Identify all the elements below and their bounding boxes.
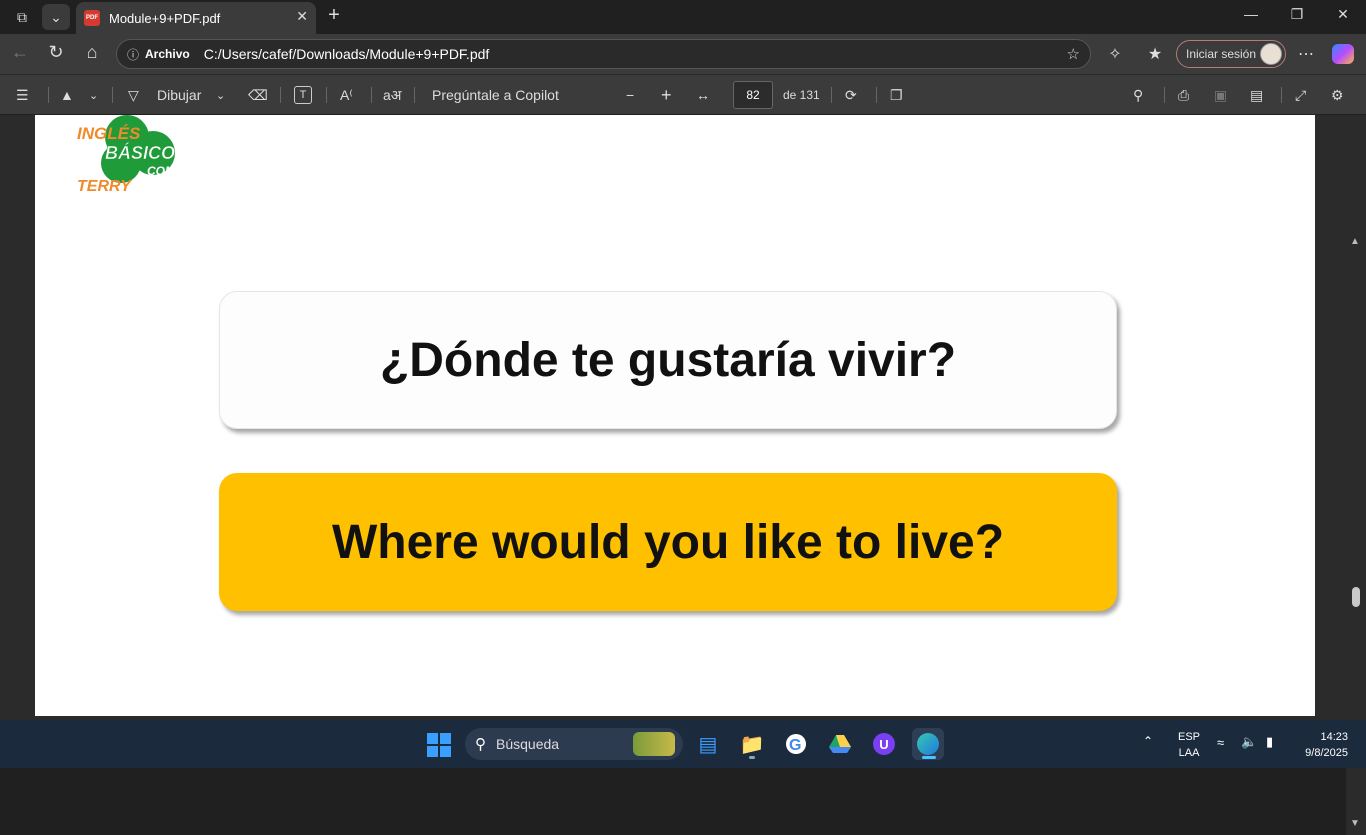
ingles-basico-con-terry-logo: INGLÉS BÁSICO CON TERRY	[77, 115, 175, 195]
minimize-icon[interactable]: —	[1228, 6, 1274, 22]
search-placeholder: Búsqueda	[496, 736, 560, 752]
logo-line1: INGLÉS	[77, 124, 141, 143]
keyboard-layout: LAA	[1178, 747, 1200, 759]
avatar	[1260, 43, 1282, 65]
clock-time: 14:23	[1320, 731, 1348, 743]
extensions-icon[interactable]: ✧	[1103, 44, 1127, 64]
url-text[interactable]: C:/Users/cafef/Downloads/Module+9+PDF.pd…	[204, 46, 490, 62]
pdf-toolbar: ☰ ▲ ⌄ ▽ Dibujar ⌄ ⌫ T A⁽ aअ Pregúntale a…	[0, 74, 1366, 114]
wifi-icon[interactable]: ≈	[1217, 735, 1224, 750]
info-icon[interactable]: ⓘ	[127, 46, 139, 63]
search-icon: ⚲	[475, 736, 486, 753]
logo-line3: CON	[147, 164, 174, 178]
copilot-icon[interactable]	[1332, 44, 1354, 64]
tab-title: Module+9+PDF.pdf	[109, 10, 221, 26]
tab-module-pdf[interactable]: PDF Module+9+PDF.pdf ✕	[76, 2, 316, 34]
spanish-question-card: ¿Dónde te gustaría vivir?	[219, 291, 1117, 429]
pdf-file-icon: PDF	[84, 10, 100, 26]
pdf-page: INGLÉS BÁSICO CON TERRY ¿Dónde te gustar…	[35, 115, 1315, 716]
input-language-indicator[interactable]: ESP LAA	[1178, 729, 1200, 761]
page-total: de 131	[783, 88, 820, 102]
clock-date: 9/8/2025	[1305, 747, 1348, 759]
more-menu-icon[interactable]: ⋯	[1294, 44, 1318, 64]
refresh-icon[interactable]: ↻	[42, 42, 70, 63]
home-icon[interactable]: ⌂	[78, 42, 106, 63]
notepad-app-icon[interactable]: ▤	[692, 728, 724, 760]
show-hidden-icons-chevron-icon[interactable]: ⌃	[1143, 734, 1153, 748]
close-window-icon[interactable]: ✕	[1320, 6, 1366, 23]
fullscreen-icon[interactable]: ⤢	[1295, 86, 1306, 104]
save-icon[interactable]: ▣	[1214, 86, 1227, 104]
highlight-dropdown-chevron-icon[interactable]: ⌄	[89, 86, 98, 104]
restore-icon[interactable]: ❐	[1274, 6, 1320, 23]
eraser-icon[interactable]: ⌫	[248, 86, 268, 104]
language-code: ESP	[1178, 731, 1201, 743]
favorite-star-icon[interactable]: ☆	[1067, 45, 1080, 63]
ask-copilot-button[interactable]: Pregúntale a Copilot	[432, 86, 559, 104]
site-label: Archivo	[145, 47, 190, 61]
scroll-thumb[interactable]	[1352, 587, 1360, 607]
google-chrome-app-icon[interactable]: G	[780, 728, 812, 760]
purple-app-icon[interactable]: U	[868, 728, 900, 760]
new-tab-plus-icon[interactable]: +	[322, 4, 346, 27]
page-number-input[interactable]: 82	[733, 81, 773, 109]
scroll-down-arrow-icon[interactable]: ▼	[1350, 818, 1360, 829]
close-tab-icon[interactable]: ✕	[296, 8, 308, 25]
search-highlight-image	[633, 732, 675, 756]
draw-button[interactable]: Dibujar	[157, 86, 201, 104]
favorites-icon[interactable]: ★	[1143, 44, 1167, 64]
google-drive-app-icon[interactable]	[824, 728, 856, 760]
file-explorer-app-icon[interactable]: 📁	[736, 728, 768, 760]
svg-text:G: G	[789, 737, 801, 754]
draw-dropdown-chevron-icon[interactable]: ⌄	[216, 86, 225, 104]
volume-icon[interactable]: 🔈	[1241, 734, 1257, 750]
pdf-viewer: INGLÉS BÁSICO CON TERRY ¿Dónde te gustar…	[0, 115, 1366, 835]
print-icon[interactable]: ⎙	[1178, 86, 1189, 104]
address-bar[interactable]: ⓘ Archivo C:/Users/cafef/Downloads/Modul…	[116, 39, 1091, 69]
english-question-card: Where would you like to live?	[219, 473, 1117, 611]
signin-button[interactable]: Iniciar sesión	[1176, 40, 1286, 68]
edge-browser-app-icon[interactable]	[912, 728, 944, 760]
workspaces-icon[interactable]: ⧉	[8, 4, 36, 30]
tab-actions-chevron-icon[interactable]: ⌄	[42, 4, 70, 30]
read-aloud-icon[interactable]: A⁽	[340, 86, 353, 104]
system-clock[interactable]: 14:23 9/8/2025	[1292, 729, 1348, 761]
zoom-out-icon[interactable]: −	[626, 86, 634, 104]
scroll-up-arrow-icon[interactable]: ▲	[1350, 236, 1360, 247]
spanish-question-text: ¿Dónde te gustaría vivir?	[379, 333, 957, 387]
windows-start-icon[interactable]	[427, 733, 451, 757]
contents-list-icon[interactable]: ☰	[16, 86, 29, 104]
add-text-icon[interactable]: T	[294, 86, 312, 104]
find-search-icon[interactable]: ⚲	[1133, 86, 1143, 104]
english-question-text: Where would you like to live?	[331, 515, 1005, 569]
back-arrow-icon[interactable]: ←	[6, 42, 34, 63]
save-as-icon[interactable]: ▤	[1250, 86, 1263, 104]
zoom-in-icon[interactable]: +	[661, 85, 672, 105]
draw-icon[interactable]: ▽	[128, 86, 139, 104]
address-toolbar: ← ↻ ⌂ ⓘ Archivo C:/Users/cafef/Downloads…	[0, 34, 1366, 74]
highlight-icon[interactable]: ▲	[60, 86, 74, 104]
signin-label: Iniciar sesión	[1186, 47, 1257, 61]
taskbar-search-box[interactable]: ⚲ Búsqueda	[465, 728, 683, 760]
rotate-icon[interactable]: ⟳	[845, 86, 857, 104]
settings-gear-icon[interactable]: ⚙	[1331, 86, 1344, 104]
battery-icon[interactable]: ▮	[1266, 734, 1273, 750]
translate-icon[interactable]: aअ	[383, 86, 401, 104]
taskbar: ⚲ Búsqueda ▤ 📁 G U ⌃ ESP LAA ≈ 🔈 ▮ 14:23…	[0, 720, 1366, 768]
fit-width-icon[interactable]: ↔	[696, 86, 710, 104]
page-view-icon[interactable]: ❐	[890, 86, 903, 104]
logo-line2: BÁSICO	[105, 142, 175, 163]
logo-line4: TERRY	[77, 178, 132, 195]
tab-bar: ⧉ ⌄ PDF Module+9+PDF.pdf ✕ + — ❐ ✕	[0, 0, 1366, 34]
